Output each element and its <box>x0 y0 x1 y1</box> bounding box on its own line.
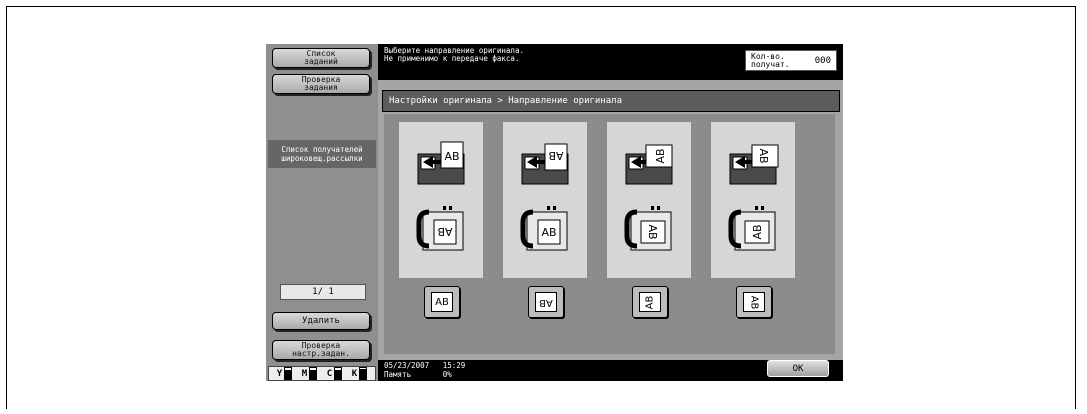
doc-text: AB <box>757 148 770 163</box>
memory-status: Память 0% <box>384 370 452 379</box>
sidebar: Список заданий Проверка задания Список п… <box>266 44 378 381</box>
orientation-text: AB <box>435 296 449 308</box>
orientation-glyph: AB <box>743 292 765 312</box>
recipients-label: Кол-во. получат. <box>751 51 790 69</box>
toner-bar <box>284 367 293 380</box>
toner-c: C <box>326 367 343 380</box>
orientation-panel: AB AB AB AB AB AB AB AB AB AB AB AB <box>384 114 835 354</box>
doc-text: AB <box>437 225 452 238</box>
adf-placement-icon: AB <box>520 206 568 251</box>
orientation-glyph: AB <box>431 292 453 312</box>
doc-text: AB <box>444 150 459 163</box>
orientation-option-top-up[interactable]: AB AB <box>399 122 483 278</box>
main-area: Настройки оригинала > Направление оригин… <box>378 80 843 360</box>
recipients-value: 000 <box>814 55 831 66</box>
adf-placement-icon: AB <box>416 206 464 251</box>
platen-placement-icon: AB <box>521 143 569 185</box>
orientation-option-top-left[interactable]: AB AB <box>607 122 691 278</box>
datetime: 05/23/2007 15:29 <box>384 361 466 370</box>
platen-placement-icon: AB <box>625 144 673 185</box>
broadcast-recipients-list[interactable]: Список получателей широковещ.рассылки <box>268 140 376 168</box>
toner-levels: YMCK <box>268 366 376 381</box>
job-settings-check-button[interactable]: Проверка настр.задан. <box>272 340 370 360</box>
toner-bar <box>359 367 368 380</box>
orientation-option-top-right[interactable]: AB AB <box>711 122 795 278</box>
doc-text: AB <box>751 224 764 239</box>
doc-text: AB <box>654 148 667 163</box>
date-time-memory: 05/23/2007 15:29 Память 0% <box>384 361 465 379</box>
toner-letter: Y <box>276 368 283 379</box>
delete-button[interactable]: Удалить <box>272 312 370 330</box>
toner-letter: K <box>351 368 358 379</box>
breadcrumb: Настройки оригинала > Направление оригин… <box>382 90 840 112</box>
status-bar: 05/23/2007 15:29 Память 0% OK <box>378 360 843 381</box>
platen-placement-icon: AB <box>417 141 465 185</box>
orientation-glyph: AB <box>639 292 661 312</box>
control-panel-screen: Список заданий Проверка задания Список п… <box>266 44 843 381</box>
orientation-text: AB <box>644 295 656 309</box>
doc-text: AB <box>646 224 659 239</box>
orientation-option-top-down[interactable]: AB AB <box>503 122 587 278</box>
doc-text: AB <box>541 226 556 239</box>
orientation-text: AB <box>539 296 553 308</box>
orientation-glyph: AB <box>535 292 557 312</box>
toner-letter: C <box>326 368 333 379</box>
toner-bar <box>309 367 318 380</box>
adf-placement-icon: AB <box>728 206 776 251</box>
toner-letter: M <box>301 368 308 379</box>
orientation-button-top-down[interactable]: AB <box>528 286 564 318</box>
job-list-button[interactable]: Список заданий <box>272 48 370 68</box>
ok-button[interactable]: OK <box>767 360 829 377</box>
toner-y: Y <box>276 367 293 380</box>
job-check-button[interactable]: Проверка задания <box>272 74 370 94</box>
toner-k: K <box>351 367 368 380</box>
instruction-message: Выберите направление оригинала. Не приме… <box>384 46 524 63</box>
doc-text: AB <box>548 149 563 162</box>
orientation-button-top-up[interactable]: AB <box>424 286 460 318</box>
orientation-button-top-right[interactable]: AB <box>736 286 772 318</box>
adf-placement-icon: AB <box>624 206 672 251</box>
orientation-text: AB <box>748 295 760 309</box>
toner-bar <box>334 367 343 380</box>
orientation-button-top-left[interactable]: AB <box>632 286 668 318</box>
toner-m: M <box>301 367 318 380</box>
platen-placement-icon: AB <box>729 144 779 185</box>
recipients-count: Кол-во. получат. 000 <box>745 50 837 71</box>
page-counter: 1/ 1 <box>280 284 366 300</box>
message-bar: Выберите направление оригинала. Не приме… <box>378 44 843 80</box>
